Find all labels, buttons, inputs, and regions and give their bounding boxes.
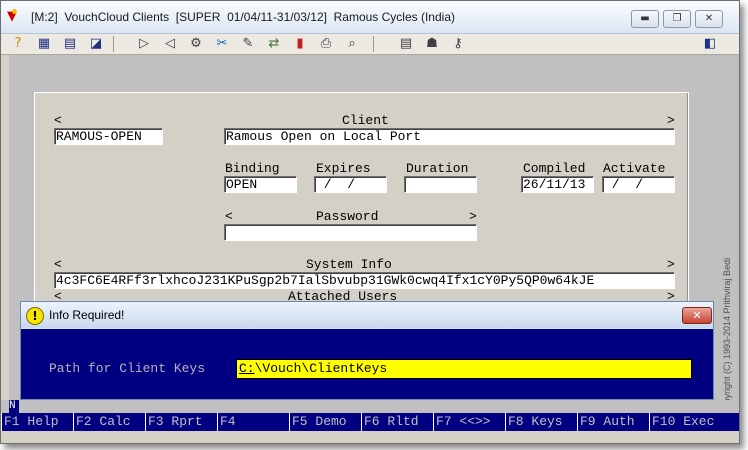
print-icon[interactable]: ⎙	[317, 35, 335, 53]
activate-label: Activate	[603, 161, 666, 176]
warning-icon: !	[26, 307, 44, 325]
edit-icon[interactable]: ✎	[239, 35, 257, 53]
sysinfo-right-arrow[interactable]: >	[667, 258, 675, 272]
expires-label: Expires	[316, 161, 371, 176]
search-icon[interactable]: ⌕	[343, 35, 361, 53]
duration-label: Duration	[406, 161, 469, 176]
activate-field[interactable]: / /	[602, 176, 675, 193]
scroll-right-arrow[interactable]: >	[667, 114, 675, 128]
toolbar-separator	[373, 36, 374, 52]
close-button[interactable]: ✕	[695, 10, 723, 28]
client-name-field[interactable]: Ramous Open on Local Port	[224, 128, 675, 145]
copyright-text: Copyright (C) 1993-2014 Prithviraj Bedi	[722, 257, 732, 415]
maximize-button[interactable]: ❐	[663, 10, 691, 28]
compiled-label: Compiled	[523, 161, 586, 176]
window-title: [M:2] VouchCloud Clients [SUPER 01/04/11…	[31, 10, 455, 24]
f5-demo-key[interactable]: F5 Demo	[289, 413, 360, 431]
f1-help-key[interactable]: F1 Help	[1, 413, 72, 431]
text-cursor: C:	[239, 361, 255, 376]
dialog-title-bar[interactable]: ! Info Required! ✕	[21, 302, 713, 328]
toolbar-separator	[113, 36, 114, 52]
dialog-close-button[interactable]: ✕	[682, 307, 712, 324]
f6-related-key[interactable]: F6 Rltd	[361, 413, 432, 431]
dialog-body: Path for Client Keys C:\Vouch\ClientKeys	[21, 329, 713, 399]
scroll-left-arrow[interactable]: <	[54, 114, 62, 128]
system-info-label: System Info	[306, 257, 392, 272]
password-right-arrow[interactable]: >	[469, 210, 477, 224]
status-line: N	[1, 400, 739, 413]
chart-icon[interactable]: ▮	[291, 35, 309, 53]
binding-field[interactable]: OPEN	[224, 176, 297, 193]
tools-icon[interactable]: ✂	[213, 35, 231, 53]
users-icon[interactable]: ☗	[423, 35, 441, 53]
f8-keys-key[interactable]: F8 Keys	[505, 413, 576, 431]
password-field[interactable]	[224, 224, 477, 241]
document-icon[interactable]: ▤	[397, 35, 415, 53]
password-label: Password	[316, 209, 379, 224]
client-header-label: Client	[342, 113, 389, 128]
duration-field[interactable]	[404, 176, 477, 193]
sysinfo-left-arrow[interactable]: <	[54, 258, 62, 272]
f2-calc-key[interactable]: F2 Calc	[73, 413, 144, 431]
f9-auth-key[interactable]: F9 Auth	[577, 413, 648, 431]
function-key-bar: F1 Help F2 Calc F3 Rprt F4 F5 Demo F6 Rl…	[1, 413, 739, 431]
client-keys-prompt: Path for Client Keys	[49, 361, 206, 376]
settings-icon[interactable]: ⚙	[187, 35, 205, 53]
copyright-vertical: Copyright (C) 1993-2014 Prithviraj Bedi	[722, 235, 736, 415]
dialog-title: Info Required!	[49, 308, 125, 322]
back-icon[interactable]: ◁	[161, 35, 179, 53]
system-info-field[interactable]: 4c3FC6E4RFf3rlxhcoJ231KPuSgp2b7IalSbvubp…	[54, 272, 675, 289]
f4-key[interactable]: F4	[217, 413, 288, 431]
binding-label: Binding	[225, 161, 280, 176]
key-icon[interactable]: ⚷	[449, 35, 467, 53]
title-bar[interactable]: ▼ [M:2] VouchCloud Clients [SUPER 01/04/…	[1, 1, 739, 34]
exit-icon[interactable]: ◧	[701, 35, 719, 53]
app-logo-icon: ▼	[7, 9, 23, 25]
grid-icon[interactable]: ▦	[35, 35, 53, 53]
f3-report-key[interactable]: F3 Rprt	[145, 413, 216, 431]
minimize-button[interactable]: ▬	[631, 10, 659, 28]
expires-field[interactable]: / /	[314, 176, 387, 193]
calculator-icon[interactable]: ▤	[61, 35, 79, 53]
compiled-field[interactable]: 26/11/13	[521, 176, 594, 193]
f7-navigate-key[interactable]: F7 <<>>	[433, 413, 504, 431]
client-code-field[interactable]: RAMOUS-OPEN	[54, 128, 163, 145]
report-icon[interactable]: ◪	[87, 35, 105, 53]
toolbar: ? ▦ ▤ ◪ ▷ ◁ ⚙ ✂ ✎ ⇄ ▮ ⎙ ⌕ ▤ ☗ ⚷ ◧	[1, 34, 739, 55]
status-indicator: N	[9, 400, 19, 413]
f10-exec-key[interactable]: F10 Exec	[649, 413, 738, 431]
transfer-icon[interactable]: ⇄	[265, 35, 283, 53]
info-required-dialog: ! Info Required! ✕ Path for Client Keys …	[20, 301, 714, 400]
help-icon[interactable]: ?	[9, 35, 27, 53]
password-left-arrow[interactable]: <	[225, 210, 233, 224]
path-value: \Vouch\ClientKeys	[254, 361, 388, 376]
play-icon[interactable]: ▷	[135, 35, 153, 53]
main-window: ▼ [M:2] VouchCloud Clients [SUPER 01/04/…	[0, 0, 740, 444]
client-keys-path-input[interactable]: C:\Vouch\ClientKeys	[236, 359, 692, 379]
